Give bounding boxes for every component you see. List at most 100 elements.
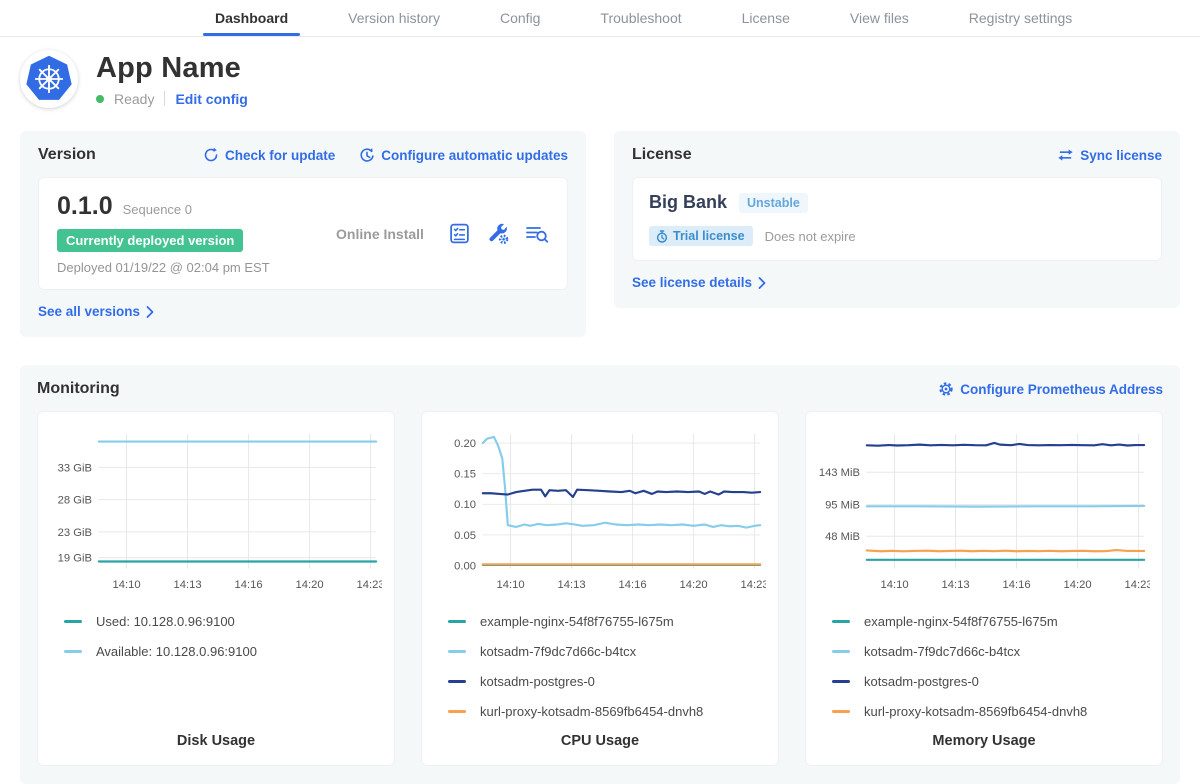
cpu-usage-legend: example-nginx-54f8f76755-l675m kotsadm-7f… — [448, 614, 766, 719]
see-all-versions-link[interactable]: See all versions — [38, 304, 154, 319]
svg-text:14:10: 14:10 — [881, 579, 909, 591]
preflight-checklist-icon — [448, 222, 471, 245]
legend-swatch — [64, 620, 82, 623]
disk-usage-card: 14:1014:1314:1614:2014:2319 GiB23 GiB28 … — [37, 411, 395, 766]
page-title: App Name — [96, 52, 248, 85]
legend-item: example-nginx-54f8f76755-l675m — [832, 614, 1150, 629]
tab-dashboard[interactable]: Dashboard — [185, 0, 318, 36]
see-license-details-link[interactable]: See license details — [632, 275, 766, 290]
tab-config[interactable]: Config — [470, 0, 570, 36]
svg-text:14:23: 14:23 — [357, 579, 382, 591]
edit-config-button[interactable] — [486, 222, 510, 245]
memory-usage-card: 14:10 14:13 14:16 14:20 14:23 48 MiB 95 MiB 143… — [805, 411, 1163, 766]
svg-text:0.20: 0.20 — [454, 438, 476, 450]
legend-label: kotsadm-postgres-0 — [864, 674, 979, 689]
chevron-right-icon — [758, 277, 766, 289]
gear-icon — [938, 381, 954, 397]
tab-view-files[interactable]: View files — [820, 0, 939, 36]
svg-text:14:10: 14:10 — [113, 579, 141, 591]
svg-text:14:16: 14:16 — [235, 579, 263, 591]
legend-swatch — [448, 650, 466, 653]
legend-label: kotsadm-7f9dc7d66c-b4tcx — [480, 644, 636, 659]
version-panel: Version Check for update — [20, 131, 586, 337]
license-heading: License — [632, 146, 692, 164]
tab-registry-settings[interactable]: Registry settings — [939, 0, 1102, 36]
current-version-card: 0.1.0 Sequence 0 Currently deployed vers… — [38, 177, 568, 290]
memory-usage-chart: 14:10 14:13 14:16 14:20 14:23 48 MiB 95 MiB 143… — [818, 424, 1150, 600]
configure-automatic-updates-button[interactable]: Configure automatic updates — [359, 147, 568, 163]
svg-text:14:23: 14:23 — [741, 579, 766, 591]
cpu-usage-card: 14:1014:1314:1614:2014:230.000.050.100.1… — [421, 411, 779, 766]
legend-label: kurl-proxy-kotsadm-8569fb6454-dnvh8 — [480, 704, 703, 719]
app-logo — [20, 50, 78, 108]
svg-text:14:13: 14:13 — [558, 579, 586, 591]
disk-usage-chart: 14:1014:1314:1614:2014:2319 GiB23 GiB28 … — [50, 424, 382, 600]
svg-text:14:16: 14:16 — [619, 579, 647, 591]
legend-swatch — [448, 710, 466, 713]
version-number: 0.1.0 — [57, 192, 113, 221]
tab-license[interactable]: License — [712, 0, 820, 36]
preflight-checks-button[interactable] — [448, 222, 471, 245]
monitoring-panel: Monitoring Configure Prometheus Address … — [20, 365, 1180, 784]
svg-text:14:16: 14:16 — [1003, 579, 1031, 591]
license-panel: License Sync license Big Bank Unstable — [614, 131, 1180, 308]
cpu-usage-title: CPU Usage — [434, 719, 766, 749]
legend-label: Available: 10.128.0.96:9100 — [96, 644, 257, 659]
sync-license-button[interactable]: Sync license — [1057, 148, 1162, 163]
install-type-label: Online Install — [312, 226, 448, 242]
legend-item: kotsadm-postgres-0 — [448, 674, 766, 689]
legend-swatch — [448, 620, 466, 623]
top-navigation: DashboardVersion historyConfigTroublesho… — [0, 0, 1200, 37]
check-for-update-button[interactable]: Check for update — [203, 147, 335, 163]
legend-item: kotsadm-postgres-0 — [832, 674, 1150, 689]
svg-text:14:13: 14:13 — [174, 579, 202, 591]
disk-usage-legend: Used: 10.128.0.96:9100 Available: 10.128.… — [64, 614, 382, 659]
svg-text:0.10: 0.10 — [454, 499, 476, 511]
legend-item: Used: 10.128.0.96:9100 — [64, 614, 382, 629]
legend-item: example-nginx-54f8f76755-l675m — [448, 614, 766, 629]
expiry-text: Does not expire — [765, 229, 856, 244]
legend-label: example-nginx-54f8f76755-l675m — [864, 614, 1058, 629]
legend-item: Available: 10.128.0.96:9100 — [64, 644, 382, 659]
app-header: App Name Ready Edit config — [20, 50, 1180, 108]
svg-text:14:13: 14:13 — [942, 579, 970, 591]
svg-text:95 MiB: 95 MiB — [825, 500, 860, 512]
customer-name: Big Bank — [649, 192, 727, 213]
legend-item: kurl-proxy-kotsadm-8569fb6454-dnvh8 — [448, 704, 766, 719]
svg-text:14:20: 14:20 — [680, 579, 708, 591]
svg-text:0.00: 0.00 — [454, 560, 476, 572]
legend-label: kotsadm-7f9dc7d66c-b4tcx — [864, 644, 1020, 659]
chevron-right-icon — [146, 306, 154, 318]
svg-text:14:23: 14:23 — [1125, 579, 1150, 591]
wrench-gear-icon — [486, 222, 510, 245]
legend-label: kotsadm-postgres-0 — [480, 674, 595, 689]
configure-prometheus-button[interactable]: Configure Prometheus Address — [938, 381, 1163, 397]
tab-version-history[interactable]: Version history — [318, 0, 470, 36]
license-details-card: Big Bank Unstable Trial license Does not… — [632, 177, 1162, 261]
status-dot — [96, 95, 104, 103]
stopwatch-icon — [656, 230, 668, 243]
legend-swatch — [64, 650, 82, 653]
monitoring-heading: Monitoring — [37, 380, 120, 398]
legend-label: example-nginx-54f8f76755-l675m — [480, 614, 674, 629]
logs-search-icon — [525, 223, 549, 245]
svg-text:14:20: 14:20 — [1064, 579, 1092, 591]
legend-item: kurl-proxy-kotsadm-8569fb6454-dnvh8 — [832, 704, 1150, 719]
legend-label: Used: 10.128.0.96:9100 — [96, 614, 235, 629]
disk-usage-title: Disk Usage — [50, 719, 382, 749]
edit-config-link[interactable]: Edit config — [175, 91, 247, 107]
tab-troubleshoot[interactable]: Troubleshoot — [570, 0, 711, 36]
svg-text:33 GiB: 33 GiB — [58, 462, 92, 474]
view-logs-button[interactable] — [525, 223, 549, 245]
svg-text:143 MiB: 143 MiB — [819, 467, 860, 479]
svg-text:28 GiB: 28 GiB — [58, 495, 92, 507]
memory-usage-legend: example-nginx-54f8f76755-l675m kotsadm-7f… — [832, 614, 1150, 719]
license-type-badge: Trial license — [649, 226, 753, 246]
legend-swatch — [448, 680, 466, 683]
svg-text:14:20: 14:20 — [296, 579, 324, 591]
svg-text:23 GiB: 23 GiB — [58, 527, 92, 539]
refresh-icon — [203, 147, 219, 163]
svg-text:48 MiB: 48 MiB — [825, 531, 860, 543]
legend-swatch — [832, 650, 850, 653]
legend-item: kotsadm-7f9dc7d66c-b4tcx — [832, 644, 1150, 659]
